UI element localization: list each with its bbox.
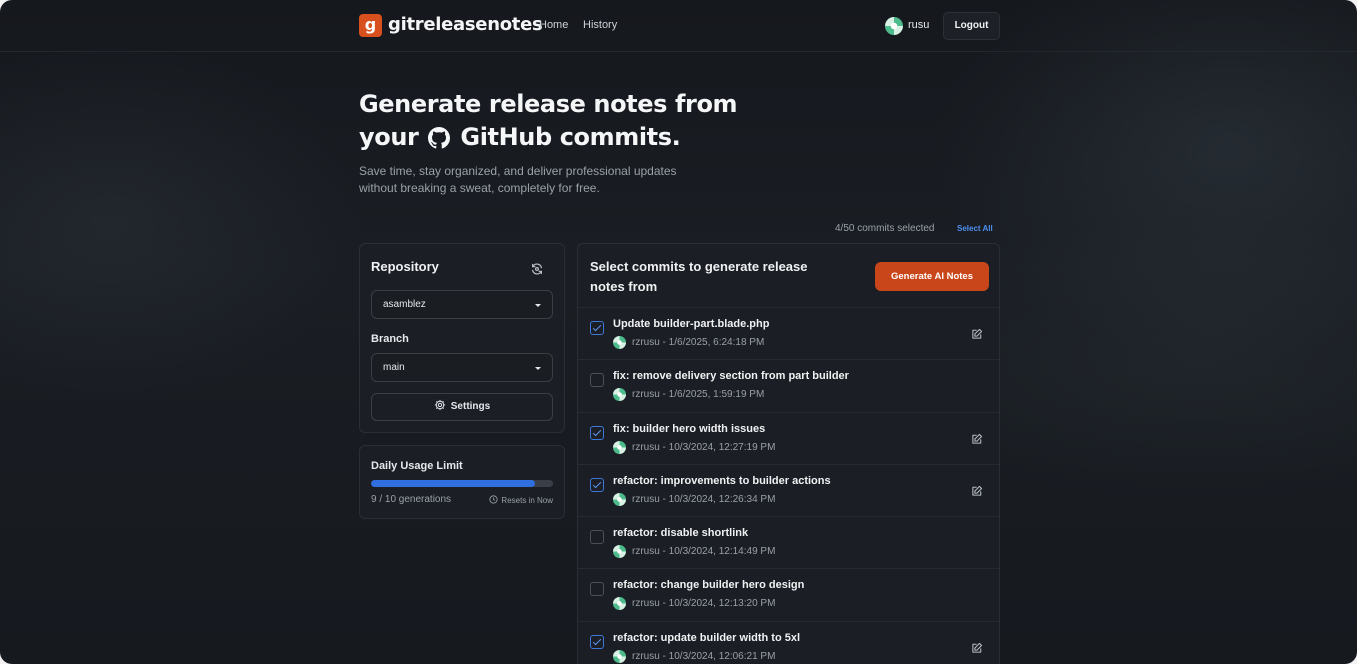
user-avatar[interactable] xyxy=(885,17,903,35)
commits-title: Select commits to generate release notes… xyxy=(590,259,808,294)
commit-message: refactor: disable shortlink xyxy=(613,527,749,540)
commit-meta: rzrusu - 10/3/2024, 12:14:49 PM xyxy=(632,546,776,558)
edit-icon[interactable] xyxy=(971,484,983,496)
author-avatar xyxy=(613,597,626,611)
commit-checkbox[interactable] xyxy=(590,321,604,335)
commit-list: Update builder-part.blade.php rzrusu - 1/… xyxy=(578,307,999,664)
edit-icon[interactable] xyxy=(971,641,983,653)
usage-progress-fill xyxy=(371,480,535,487)
commit-checkbox[interactable] xyxy=(590,477,604,492)
commit-message: Update builder-part.blade.php xyxy=(613,318,770,330)
commit-meta: rzrusu - 10/3/2024, 12:13:20 PM xyxy=(632,598,776,610)
clock-icon xyxy=(489,495,498,504)
author-avatar xyxy=(613,545,626,559)
commit-checkbox[interactable] xyxy=(590,634,604,649)
logout-button[interactable]: Logout xyxy=(943,12,1000,40)
commit-checkbox[interactable] xyxy=(590,373,604,388)
usage-title: Daily Usage Limit xyxy=(371,460,463,472)
usage-count: 9 / 10 generations xyxy=(371,494,452,505)
chevron-down-icon xyxy=(535,367,541,370)
branch-value: main xyxy=(383,362,405,373)
commit-row[interactable]: refactor: change builder hero design rzru… xyxy=(578,568,999,620)
hero-title-line2-pre: your xyxy=(359,123,419,151)
hero-subtitle: Save time, stay organized, and deliver p… xyxy=(359,164,677,195)
author-avatar xyxy=(613,388,626,402)
settings-label: Settings xyxy=(450,401,491,412)
nav-home-link[interactable]: Home xyxy=(539,19,568,31)
commit-meta: rzrusu - 10/3/2024, 12:06:21 PM xyxy=(632,650,776,662)
author-avatar xyxy=(613,336,626,349)
commit-meta: rzrusu - 10/3/2024, 12:26:34 PM xyxy=(632,493,776,505)
commit-row[interactable]: refactor: disable shortlink rzrusu - 10/3… xyxy=(578,516,999,568)
usage-card: Daily Usage Limit 9 / 10 generations Res… xyxy=(359,445,565,519)
usage-reset-text: Resets in Now xyxy=(501,496,553,505)
author-avatar xyxy=(613,649,626,663)
usage-reset: Resets in Now xyxy=(489,495,553,505)
branch-label: Branch xyxy=(371,333,409,345)
hero-title-line2-post: GitHub commits. xyxy=(460,123,681,151)
commit-message: refactor: change builder hero design xyxy=(613,579,805,592)
commit-meta: rzrusu - 10/3/2024, 12:27:19 PM xyxy=(632,441,776,453)
commit-checkbox[interactable] xyxy=(590,530,604,545)
commit-message: refactor: update builder width to 5xl xyxy=(613,631,801,644)
commit-row[interactable]: refactor: update builder width to 5xl rzr… xyxy=(578,620,999,664)
logo-icon[interactable]: g xyxy=(359,14,382,37)
branch-select[interactable]: main xyxy=(371,353,553,382)
commit-row[interactable]: fix: builder hero width issues rzrusu - 1… xyxy=(578,411,999,464)
commit-meta: rzrusu - 1/6/2025, 6:24:18 PM xyxy=(632,337,765,348)
chevron-down-icon xyxy=(535,304,541,307)
repository-card: Repository asamblez Branch main Settings xyxy=(359,243,565,433)
commit-row[interactable]: Update builder-part.blade.php rzrusu - 1/… xyxy=(578,307,999,359)
repository-value: asamblez xyxy=(383,299,426,310)
author-avatar xyxy=(613,492,626,506)
select-all-link[interactable]: Select All xyxy=(957,224,993,233)
commit-message: refactor: improvements to builder action… xyxy=(613,474,831,487)
commit-checkbox[interactable] xyxy=(590,582,604,597)
repository-title: Repository xyxy=(371,259,439,274)
commit-row[interactable]: refactor: improvements to builder action… xyxy=(578,463,999,516)
commits-panel: Select commits to generate release notes… xyxy=(577,243,1000,664)
brand-name[interactable]: gitreleasenotes xyxy=(388,14,543,35)
repository-select[interactable]: asamblez xyxy=(371,290,553,319)
username: rusu xyxy=(908,19,930,31)
edit-icon[interactable] xyxy=(971,327,983,339)
commit-row[interactable]: fix: remove delivery section from part b… xyxy=(578,359,999,411)
hero-title-line1: Generate release notes from xyxy=(359,90,738,118)
author-avatar xyxy=(613,440,626,454)
commit-checkbox[interactable] xyxy=(590,425,604,440)
github-icon xyxy=(428,127,451,149)
generate-ai-notes-button[interactable]: Generate AI Notes xyxy=(875,262,989,291)
top-navbar: g gitreleasenotes Home History rusu Logo… xyxy=(0,0,1357,52)
refresh-icon[interactable] xyxy=(530,262,544,276)
selected-count: 4/50 commits selected xyxy=(835,223,935,234)
gear-icon xyxy=(434,399,445,411)
edit-icon[interactable] xyxy=(971,432,983,444)
commit-meta: rzrusu - 1/6/2025, 1:59:19 PM xyxy=(632,389,765,401)
commit-message: fix: remove delivery section from part b… xyxy=(613,370,849,383)
nav-history-link[interactable]: History xyxy=(583,19,617,31)
settings-button[interactable]: Settings xyxy=(371,393,553,421)
usage-progress-track xyxy=(371,480,553,487)
app-window: g gitreleasenotes Home History rusu Logo… xyxy=(0,0,1357,664)
commit-message: fix: builder hero width issues xyxy=(613,422,766,435)
hero-title: Generate release notes from your GitHub … xyxy=(359,88,759,154)
